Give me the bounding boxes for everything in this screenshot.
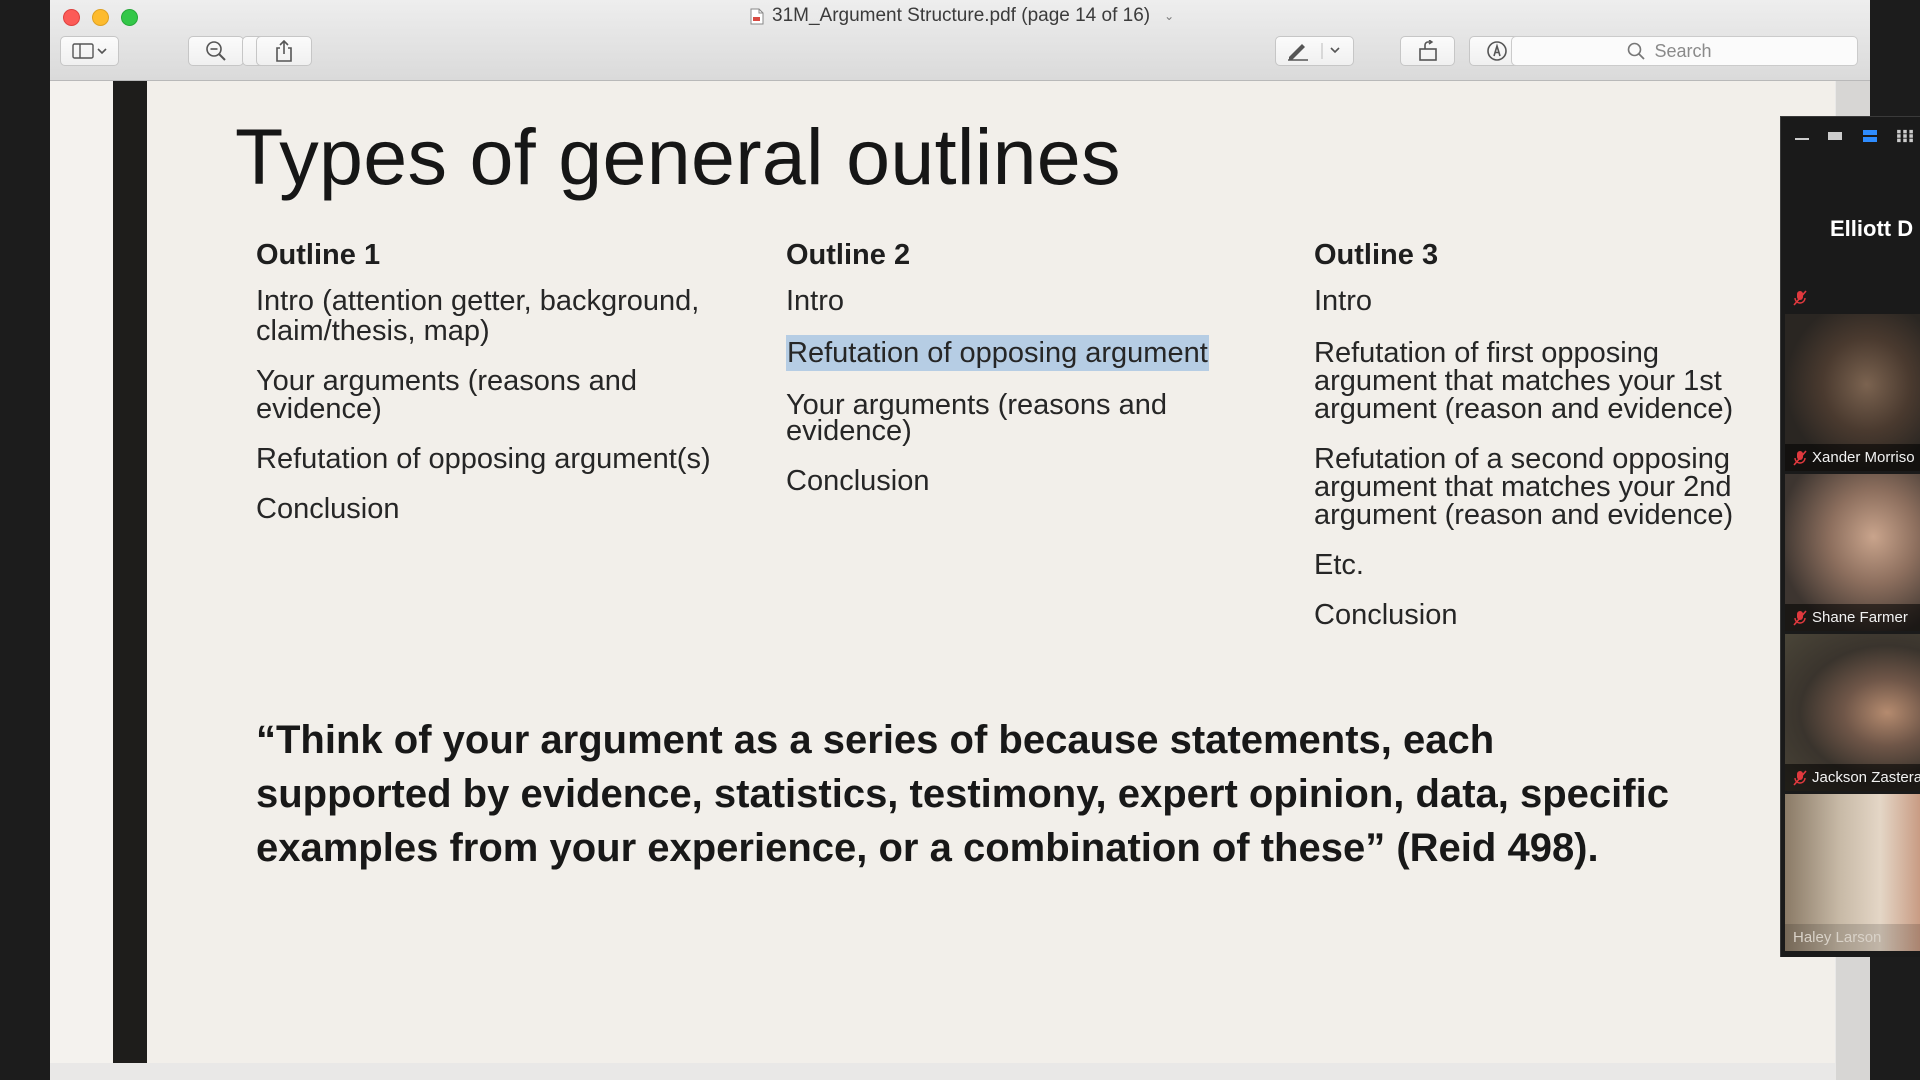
mic-muted-icon — [1793, 769, 1807, 786]
participant-name: Shane Farmer — [1812, 609, 1908, 626]
outline-3-item: argument that matches your 1st — [1314, 365, 1722, 397]
search-input[interactable] — [1652, 39, 1743, 63]
participant-name-row: Haley Larson — [1785, 924, 1920, 951]
zoom-out-button[interactable] — [188, 36, 244, 66]
outline-2-item: Intro — [786, 285, 845, 317]
rotate-button[interactable] — [1400, 36, 1455, 66]
mic-muted-icon — [1793, 290, 1807, 306]
participant-tile[interactable]: Jackson Zastera — [1785, 634, 1920, 791]
zoom-out-icon — [206, 41, 226, 61]
outline-1-item: Intro (attention getter, background, — [256, 285, 700, 317]
participant-name-row: Jackson Zastera — [1785, 764, 1920, 791]
search-icon — [1627, 42, 1645, 60]
minimize-icon[interactable] — [1793, 129, 1811, 143]
markup-icon — [1486, 41, 1507, 61]
close-window-button[interactable] — [63, 9, 80, 26]
outline-1-item: Your arguments (reasons and — [256, 365, 637, 397]
outline-1-item: Conclusion — [256, 493, 400, 525]
participant-name: Haley Larson — [1793, 929, 1882, 946]
participant-tile[interactable]: Haley Larson — [1785, 794, 1920, 951]
share-icon — [276, 40, 292, 62]
outline-1-item: claim/thesis, map) — [256, 315, 490, 347]
outline-3-item: argument that matches your 2nd — [1314, 471, 1732, 503]
participant-tile[interactable]: Shane Farmer — [1785, 474, 1920, 631]
chevron-down-icon[interactable]: ⌄ — [1164, 9, 1174, 23]
outline-1-item: Refutation of opposing argument(s) — [256, 443, 711, 475]
preview-window: 31M_Argument Structure.pdf (page 14 of 1… — [50, 0, 1870, 1080]
slide-quote: “Think of your argument as a series of b… — [256, 718, 1669, 870]
pen-icon — [1287, 43, 1340, 61]
outline-3-item: Conclusion — [1314, 599, 1458, 631]
outline-2-item: evidence) — [786, 415, 912, 447]
outline-3-item: Refutation of first opposing — [1314, 337, 1659, 369]
participant-name: Xander Morriso — [1812, 449, 1915, 466]
slide-accent-bar — [113, 81, 147, 1063]
mic-muted-icon — [1793, 609, 1807, 626]
gallery-view-icon[interactable] — [1895, 129, 1915, 143]
highlighted-text[interactable]: Refutation of opposing argument — [786, 335, 1209, 371]
outline-3-item: Refutation of a second opposing — [1314, 443, 1730, 475]
strip-view-icon[interactable] — [1861, 129, 1879, 143]
share-button[interactable] — [256, 36, 312, 66]
outline-3-item: argument (reason and evidence) — [1314, 499, 1734, 531]
speaker-view-icon[interactable] — [1826, 129, 1844, 143]
outline-3-item: argument (reason and evidence) — [1314, 393, 1734, 425]
outline-2-item: Conclusion — [786, 465, 930, 497]
active-speaker-name: Elliott D — [1830, 216, 1914, 241]
participant-name-row: Xander Morriso — [1785, 444, 1920, 471]
document-area[interactable]: Types of general outlines Outline 1 Intr… — [50, 81, 1870, 1080]
fullscreen-window-button[interactable] — [121, 9, 138, 26]
outline-1-heading: Outline 1 — [256, 239, 381, 271]
outline-1-item: evidence) — [256, 393, 382, 425]
outline-3-item: Intro — [1314, 285, 1373, 317]
pdf-page[interactable]: Types of general outlines Outline 1 Intr… — [50, 81, 1835, 1063]
participant-name: Jackson Zastera — [1812, 769, 1920, 786]
sidebar-icon — [71, 43, 107, 59]
search-field[interactable] — [1511, 36, 1858, 66]
slide-left-margin — [50, 81, 113, 1063]
pdf-document-icon — [750, 8, 764, 24]
outline-2-heading: Outline 2 — [786, 239, 911, 271]
minimize-window-button[interactable] — [92, 9, 109, 26]
outline-3-heading: Outline 3 — [1314, 239, 1439, 271]
sidebar-toggle-button[interactable] — [60, 36, 119, 66]
window-title[interactable]: 31M_Argument Structure.pdf (page 14 of 1… — [750, 5, 1174, 27]
outline-3-item: Etc. — [1314, 549, 1364, 581]
slide-title: Types of general outlines — [235, 112, 1121, 201]
title-bar: 31M_Argument Structure.pdf (page 14 of 1… — [50, 0, 1870, 81]
window-title-text: 31M_Argument Structure.pdf (page 14 of 1… — [772, 5, 1151, 26]
rotate-icon — [1418, 40, 1437, 61]
participant-tile[interactable]: Xander Morriso — [1785, 314, 1920, 471]
outline-2-item-highlighted[interactable]: Refutation of opposing argument — [786, 335, 1209, 371]
mic-muted-icon — [1793, 449, 1807, 466]
zoom-video-panel: Elliott D Xander Morriso Shane Farmer Ja… — [1780, 116, 1920, 957]
markup-pen-button[interactable] — [1275, 36, 1354, 66]
participant-name-row: Shane Farmer — [1785, 604, 1920, 631]
